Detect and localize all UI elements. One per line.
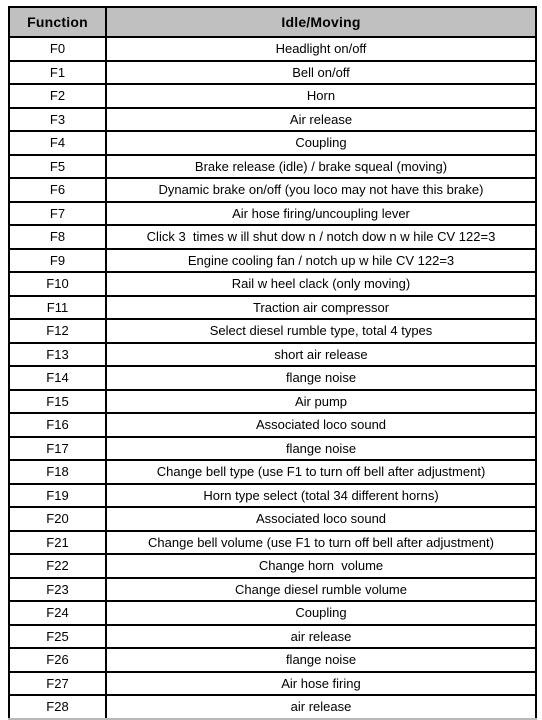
cell-function: F9 bbox=[8, 247, 107, 273]
column-header-idle-moving: Idle/Moving bbox=[105, 6, 537, 38]
table-row: F21 Change bell volume (use F1 to turn of… bbox=[8, 529, 537, 555]
table-header-row: Function Idle/Moving bbox=[8, 6, 537, 38]
cell-function: F21 bbox=[8, 529, 107, 555]
cell-description: Engine cooling fan / notch up w hile CV … bbox=[105, 247, 537, 273]
table-row: F1 Bell on/off bbox=[8, 59, 537, 85]
table-row: F15 Air pump bbox=[8, 388, 537, 414]
cell-description: Headlight on/off bbox=[105, 36, 537, 62]
table-row: F8 Click 3 times w ill shut dow n / notch… bbox=[8, 224, 537, 250]
cell-function: F17 bbox=[8, 435, 107, 461]
table-row: F5 Brake release (idle) / brake squeal (m… bbox=[8, 153, 537, 179]
function-mapping-table: Function Idle/Moving F0 Headlight on/off F… bbox=[8, 6, 537, 720]
cell-function: F14 bbox=[8, 365, 107, 391]
table-row: F3 Air release bbox=[8, 106, 537, 132]
cell-description: Change diesel rumble volume bbox=[105, 576, 537, 602]
cell-function: F10 bbox=[8, 271, 107, 297]
cell-function: F28 bbox=[8, 694, 107, 720]
table-row: F14 flange noise bbox=[8, 365, 537, 391]
cell-function: F15 bbox=[8, 388, 107, 414]
cell-function: F23 bbox=[8, 576, 107, 602]
table-row: F6 Dynamic brake on/off (you loco may not… bbox=[8, 177, 537, 203]
cell-description: flange noise bbox=[105, 365, 537, 391]
cell-function: F19 bbox=[8, 482, 107, 508]
table-row: F20 Associated loco sound bbox=[8, 506, 537, 532]
cell-function: F18 bbox=[8, 459, 107, 485]
table-row: F11 Traction air compressor bbox=[8, 294, 537, 320]
cell-description: Select diesel rumble type, total 4 types bbox=[105, 318, 537, 344]
cell-function: F24 bbox=[8, 600, 107, 626]
cell-function: F20 bbox=[8, 506, 107, 532]
table-row: F0 Headlight on/off bbox=[8, 36, 537, 62]
table-body: F0 Headlight on/off F1 Bell on/off F2 Horn F3 A… bbox=[8, 36, 537, 720]
cell-description: air release bbox=[105, 694, 537, 720]
cell-description: Dynamic brake on/off (you loco may not h… bbox=[105, 177, 537, 203]
table-row: F2 Horn bbox=[8, 83, 537, 109]
table-row: F17 flange noise bbox=[8, 435, 537, 461]
cell-function: F6 bbox=[8, 177, 107, 203]
table-row: F13 short air release bbox=[8, 341, 537, 367]
cell-description: Change bell type (use F1 to turn off bel… bbox=[105, 459, 537, 485]
table-row: F9 Engine cooling fan / notch up w hile C… bbox=[8, 247, 537, 273]
cell-description: Associated loco sound bbox=[105, 506, 537, 532]
cell-description: Horn bbox=[105, 83, 537, 109]
cell-function: F11 bbox=[8, 294, 107, 320]
cell-function: F2 bbox=[8, 83, 107, 109]
table-row: F23 Change diesel rumble volume bbox=[8, 576, 537, 602]
cell-function: F22 bbox=[8, 553, 107, 579]
document-page: Function Idle/Moving F0 Headlight on/off F… bbox=[0, 0, 542, 720]
cell-function: F12 bbox=[8, 318, 107, 344]
cell-description: Traction air compressor bbox=[105, 294, 537, 320]
cell-description: Horn type select (total 34 different hor… bbox=[105, 482, 537, 508]
table-row: F4 Coupling bbox=[8, 130, 537, 156]
table-row: F22 Change horn volume bbox=[8, 553, 537, 579]
table-row: F16 Associated loco sound bbox=[8, 412, 537, 438]
cell-description: Coupling bbox=[105, 130, 537, 156]
table-row: F18 Change bell type (use F1 to turn off … bbox=[8, 459, 537, 485]
cell-description: Air hose firing bbox=[105, 670, 537, 696]
cell-description: Associated loco sound bbox=[105, 412, 537, 438]
table-row: F26 flange noise bbox=[8, 647, 537, 673]
cell-description: short air release bbox=[105, 341, 537, 367]
cell-function: F5 bbox=[8, 153, 107, 179]
cell-description: flange noise bbox=[105, 647, 537, 673]
table-row: F24 Coupling bbox=[8, 600, 537, 626]
cell-function: F27 bbox=[8, 670, 107, 696]
cell-description: Air release bbox=[105, 106, 537, 132]
cell-description: Air hose firing/uncoupling lever bbox=[105, 200, 537, 226]
cell-function: F0 bbox=[8, 36, 107, 62]
cell-function: F16 bbox=[8, 412, 107, 438]
column-header-function: Function bbox=[8, 6, 107, 38]
cell-function: F8 bbox=[8, 224, 107, 250]
cell-function: F25 bbox=[8, 623, 107, 649]
cell-function: F7 bbox=[8, 200, 107, 226]
table-row: F25 air release bbox=[8, 623, 537, 649]
cell-function: F26 bbox=[8, 647, 107, 673]
cell-description: Air pump bbox=[105, 388, 537, 414]
cell-function: F3 bbox=[8, 106, 107, 132]
table-header: Function Idle/Moving bbox=[8, 6, 537, 38]
cell-description: Change bell volume (use F1 to turn off b… bbox=[105, 529, 537, 555]
cell-description: Bell on/off bbox=[105, 59, 537, 85]
table-row: F10 Rail w heel clack (only moving) bbox=[8, 271, 537, 297]
cell-description: Click 3 times w ill shut dow n / notch d… bbox=[105, 224, 537, 250]
cell-description: flange noise bbox=[105, 435, 537, 461]
cell-description: Brake release (idle) / brake squeal (mov… bbox=[105, 153, 537, 179]
cell-function: F4 bbox=[8, 130, 107, 156]
cell-function: F1 bbox=[8, 59, 107, 85]
table-row: F7 Air hose firing/uncoupling lever bbox=[8, 200, 537, 226]
cell-description: Rail w heel clack (only moving) bbox=[105, 271, 537, 297]
cell-function: F13 bbox=[8, 341, 107, 367]
table-row: F12 Select diesel rumble type, total 4 ty… bbox=[8, 318, 537, 344]
table-row: F28 air release bbox=[8, 694, 537, 720]
cell-description: air release bbox=[105, 623, 537, 649]
table-row: F27 Air hose firing bbox=[8, 670, 537, 696]
cell-description: Change horn volume bbox=[105, 553, 537, 579]
table-row: F19 Horn type select (total 34 different … bbox=[8, 482, 537, 508]
cell-description: Coupling bbox=[105, 600, 537, 626]
